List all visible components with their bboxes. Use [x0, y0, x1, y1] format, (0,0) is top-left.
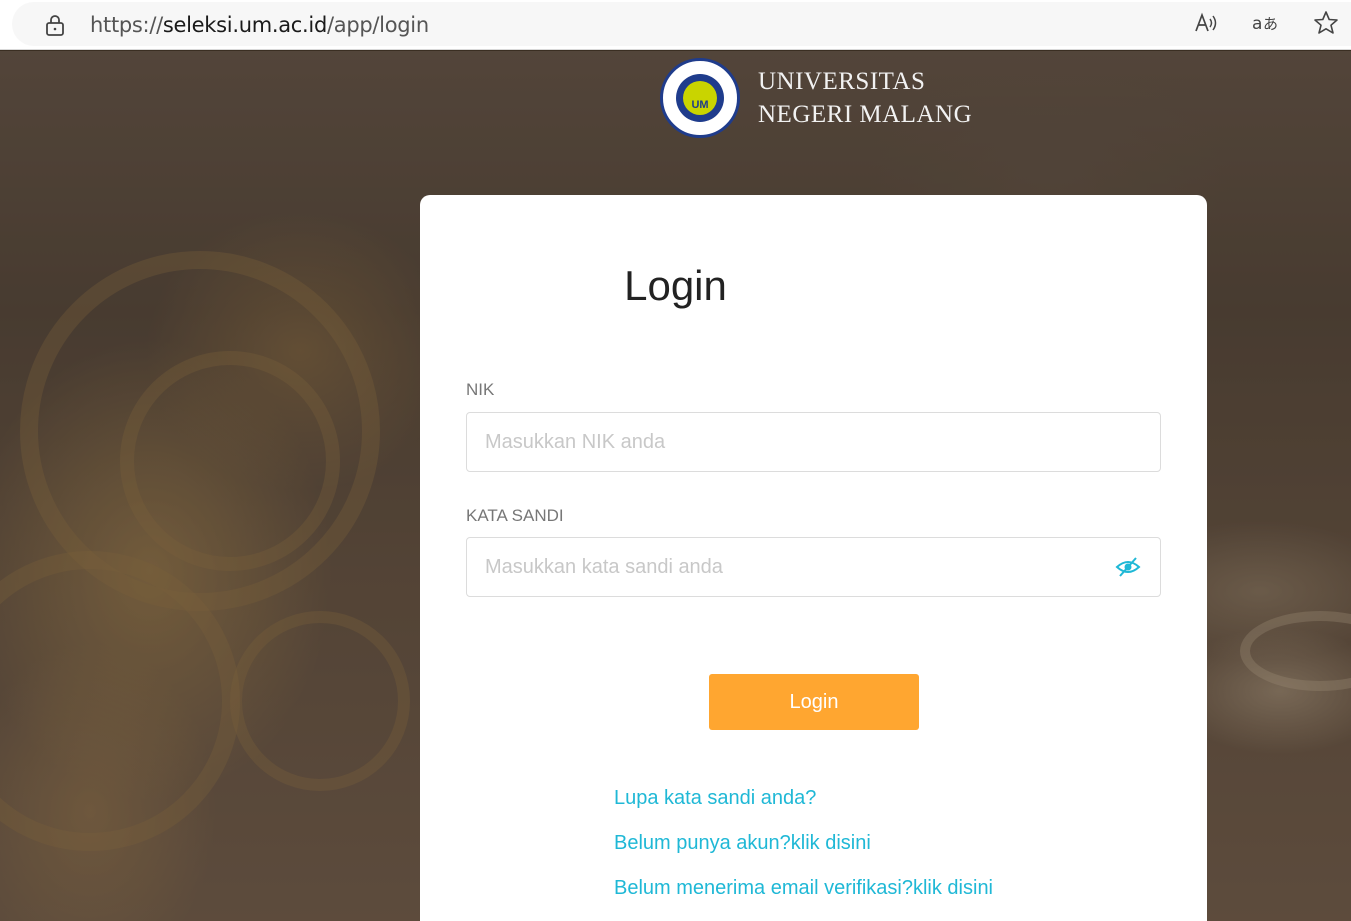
nik-label: NIK	[466, 380, 495, 399]
password-label: KATA SANDI	[466, 506, 564, 525]
nik-input[interactable]	[466, 412, 1161, 472]
favorite-star-icon[interactable]	[1312, 9, 1340, 37]
forgot-password-link[interactable]: Lupa kata sandi anda?	[614, 787, 816, 810]
read-aloud-icon[interactable]	[1192, 9, 1220, 37]
browser-toolbar: https://seleksi.um.ac.id/app/login aあ	[0, 0, 1351, 50]
university-name-line2: NEGERI MALANG	[758, 101, 973, 128]
password-input[interactable]	[466, 537, 1161, 597]
university-logo: UM UNIVERSITAS NEGERI MALANG	[660, 58, 972, 138]
address-bar[interactable]: https://seleksi.um.ac.id/app/login	[12, 2, 1351, 46]
resend-verification-link[interactable]: Belum menerima email verifikasi?klik dis…	[614, 877, 993, 900]
university-seal: UM	[660, 58, 740, 138]
page-title: Login	[624, 262, 727, 309]
register-link[interactable]: Belum punya akun?klik disini	[614, 832, 871, 855]
login-button[interactable]: Login	[709, 674, 919, 730]
svg-text:あ: あ	[1263, 15, 1278, 33]
university-name-line1: UNIVERSITAS	[758, 68, 926, 95]
svg-text:a: a	[1252, 14, 1262, 34]
url-text[interactable]: https://seleksi.um.ac.id/app/login	[90, 13, 429, 37]
university-name: UNIVERSITAS NEGERI MALANG	[758, 65, 972, 131]
lock-icon[interactable]	[44, 13, 66, 37]
translate-icon[interactable]: aあ	[1252, 9, 1280, 37]
toggle-password-visibility-icon[interactable]	[1115, 555, 1141, 579]
seal-text: UM	[683, 81, 717, 115]
